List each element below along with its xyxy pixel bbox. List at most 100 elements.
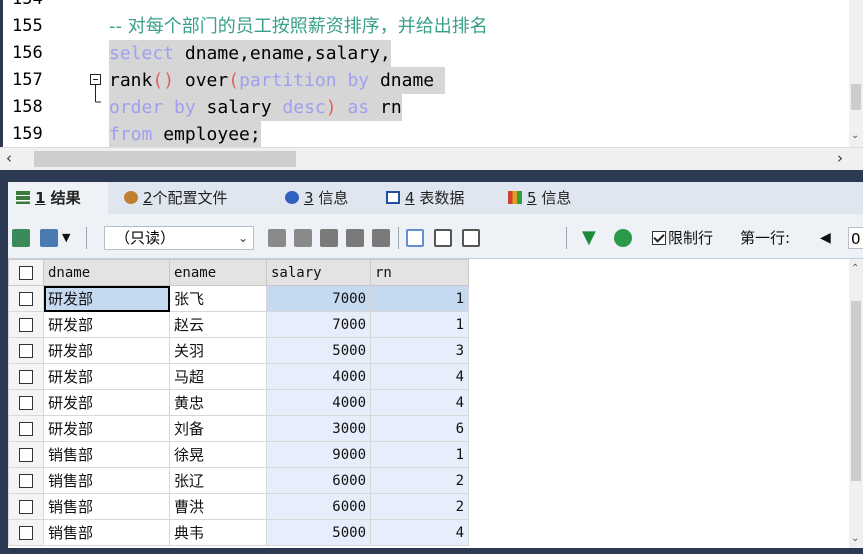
cell-dname[interactable]: 销售部	[43, 519, 170, 546]
cell-ename[interactable]: 典韦	[169, 519, 267, 546]
cell-salary[interactable]: 4000	[266, 363, 371, 390]
editor-line[interactable]: 154	[3, 0, 863, 13]
row-checkbox[interactable]	[19, 448, 33, 462]
scroll-up-icon[interactable]: ⌃	[851, 263, 859, 274]
row-checkbox[interactable]	[19, 370, 33, 384]
column-header-ename[interactable]: ename	[169, 259, 267, 286]
editor-line[interactable]: 159 from employee;	[3, 121, 863, 147]
chevron-down-icon[interactable]: ▼	[62, 228, 70, 248]
select-all-cell[interactable]	[8, 259, 44, 286]
cell-rn[interactable]: 4	[370, 389, 469, 416]
cell-dname[interactable]: 销售部	[43, 467, 170, 494]
cell-rn[interactable]: 6	[370, 415, 469, 442]
row-checkbox-cell[interactable]	[8, 311, 44, 338]
editor-line[interactable]: 155 -- 对每个部门的员工按照薪资排序，并给出排名	[3, 13, 863, 40]
cell-salary[interactable]: 7000	[266, 311, 371, 338]
editor-line[interactable]: 156 select dname,ename,salary,	[3, 40, 863, 67]
cell-ename[interactable]: 赵云	[169, 311, 267, 338]
row-checkbox[interactable]	[19, 344, 33, 358]
tab-info[interactable]: 3 信息	[285, 182, 348, 214]
cell-rn[interactable]: 1	[370, 441, 469, 468]
cell-dname[interactable]: 研发部	[43, 311, 170, 338]
table-row[interactable]: 研发部 张飞 7000 1	[8, 285, 469, 312]
cell-ename[interactable]: 马超	[169, 363, 267, 390]
row-checkbox-cell[interactable]	[8, 493, 44, 520]
column-header-salary[interactable]: salary	[266, 259, 371, 286]
cancel-changes-icon[interactable]	[372, 229, 390, 247]
cell-rn[interactable]: 4	[370, 519, 469, 546]
cell-salary[interactable]: 9000	[266, 441, 371, 468]
table-row[interactable]: 研发部 赵云 7000 1	[8, 311, 469, 338]
tab-table-data[interactable]: 4 表数据	[386, 182, 464, 214]
table-row[interactable]: 研发部 黄忠 4000 4	[8, 389, 469, 416]
grid-scroll-thumb[interactable]	[851, 301, 861, 481]
table-row[interactable]: 销售部 张辽 6000 2	[8, 467, 469, 494]
result-grid[interactable]: dname ename salary rn 研发部 张飞 7000 1 研发部 赵云 700…	[8, 259, 863, 548]
row-checkbox-cell[interactable]	[8, 285, 44, 312]
cell-rn[interactable]: 2	[370, 467, 469, 494]
cell-dname[interactable]: 研发部	[43, 363, 170, 390]
save-icon[interactable]	[320, 229, 338, 247]
editor-scroll-thumb[interactable]	[851, 84, 861, 110]
scroll-left-icon[interactable]: ‹	[6, 149, 12, 167]
first-row-input[interactable]: 0	[848, 227, 863, 249]
cell-dname[interactable]: 研发部	[43, 337, 170, 364]
row-checkbox[interactable]	[19, 422, 33, 436]
scroll-down-icon[interactable]: ⌄	[851, 130, 859, 141]
fold-collapse-icon[interactable]	[89, 67, 103, 94]
grid-view-icon[interactable]	[406, 229, 424, 247]
editor-line[interactable]: 157 rank() over(partition by dname	[3, 67, 863, 94]
cell-rn[interactable]: 3	[370, 337, 469, 364]
column-header-rn[interactable]: rn	[370, 259, 469, 286]
filter-icon[interactable]: ▼	[582, 228, 596, 248]
tab-results[interactable]: 1 结果	[8, 182, 108, 214]
row-checkbox-cell[interactable]	[8, 467, 44, 494]
row-checkbox[interactable]	[19, 500, 33, 514]
row-checkbox[interactable]	[19, 292, 33, 306]
export-grid-icon[interactable]	[12, 229, 30, 247]
row-checkbox-cell[interactable]	[8, 441, 44, 468]
limit-rows-checkbox[interactable]	[652, 231, 666, 245]
cell-salary[interactable]: 6000	[266, 467, 371, 494]
cell-dname[interactable]: 研发部	[43, 285, 170, 312]
editor-horizontal-scrollbar[interactable]: ‹ ›	[0, 147, 863, 170]
delete-icon[interactable]	[346, 229, 364, 247]
insert-row-icon[interactable]	[268, 229, 286, 247]
editor-vertical-scrollbar[interactable]: ⌄	[849, 0, 863, 147]
cell-dname[interactable]: 销售部	[43, 441, 170, 468]
tab-info-2[interactable]: 5 信息	[508, 182, 571, 214]
cell-dname[interactable]: 研发部	[43, 415, 170, 442]
row-checkbox-cell[interactable]	[8, 389, 44, 416]
table-row[interactable]: 研发部 马超 4000 4	[8, 363, 469, 390]
column-header-dname[interactable]: dname	[43, 259, 170, 286]
horizontal-scroll-thumb[interactable]	[34, 151, 296, 167]
cell-rn[interactable]: 1	[370, 311, 469, 338]
cell-dname[interactable]: 研发部	[43, 389, 170, 416]
cell-ename[interactable]: 刘备	[169, 415, 267, 442]
table-row[interactable]: 销售部 曹洪 6000 2	[8, 493, 469, 520]
cell-ename[interactable]: 黄忠	[169, 389, 267, 416]
scroll-right-icon[interactable]: ›	[837, 149, 843, 167]
row-checkbox-cell[interactable]	[8, 415, 44, 442]
cell-rn[interactable]: 4	[370, 363, 469, 390]
table-row[interactable]: 研发部 刘备 3000 6	[8, 415, 469, 442]
cell-ename[interactable]: 关羽	[169, 337, 267, 364]
table-row[interactable]: 销售部 典韦 5000 4	[8, 519, 469, 546]
scroll-down-icon[interactable]: ⌄	[851, 533, 859, 544]
cell-rn[interactable]: 2	[370, 493, 469, 520]
cell-dname[interactable]: 销售部	[43, 493, 170, 520]
row-checkbox[interactable]	[19, 526, 33, 540]
cell-rn[interactable]: 1	[370, 285, 469, 312]
select-all-checkbox[interactable]	[19, 265, 33, 280]
tab-profiles[interactable]: 2个配置文件	[124, 182, 228, 214]
row-checkbox[interactable]	[19, 474, 33, 488]
text-view-icon[interactable]	[462, 229, 480, 247]
form-view-icon[interactable]	[434, 229, 452, 247]
cell-ename[interactable]: 曹洪	[169, 493, 267, 520]
cell-salary[interactable]: 6000	[266, 493, 371, 520]
row-checkbox[interactable]	[19, 318, 33, 332]
row-checkbox-cell[interactable]	[8, 519, 44, 546]
row-checkbox[interactable]	[19, 396, 33, 410]
cell-salary[interactable]: 4000	[266, 389, 371, 416]
cell-salary[interactable]: 5000	[266, 519, 371, 546]
